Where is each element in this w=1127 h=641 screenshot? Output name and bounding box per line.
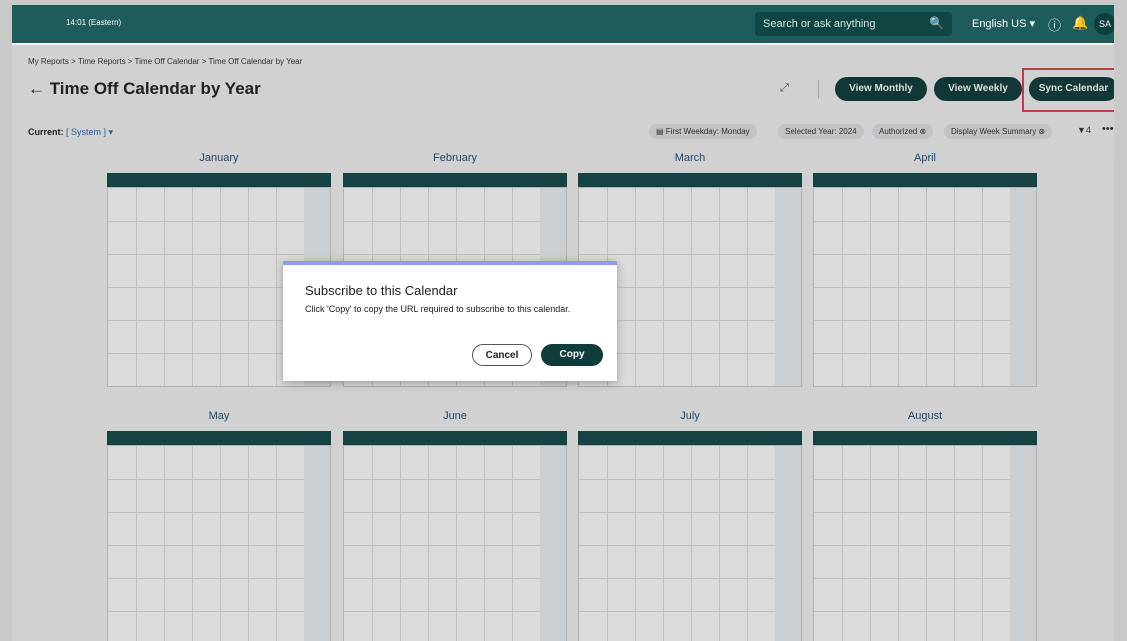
cancel-button[interactable]: Cancel	[472, 344, 532, 366]
top-bar: 14:01 (Eastern) Search or ask anything 🔍…	[12, 5, 1114, 43]
dialog-accent-bar	[283, 261, 617, 265]
search-input[interactable]: Search or ask anything	[763, 18, 876, 30]
notification-icon[interactable]: 🔔	[1072, 15, 1088, 31]
search-icon[interactable]: 🔍	[929, 16, 944, 30]
search-box[interactable]: Search or ask anything 🔍	[755, 12, 952, 36]
language-selector[interactable]: English US ▾	[972, 17, 1035, 30]
subscribe-dialog: Subscribe to this Calendar Click 'Copy' …	[283, 261, 617, 381]
app-window: 14:01 (Eastern) Search or ask anything 🔍…	[12, 5, 1114, 641]
copy-button[interactable]: Copy	[541, 344, 603, 366]
dialog-title: Subscribe to this Calendar	[305, 283, 458, 298]
dialog-message: Click 'Copy' to copy the URL required to…	[305, 304, 571, 314]
user-avatar[interactable]: SA	[1094, 13, 1114, 35]
current-time: 14:01 (Eastern)	[66, 18, 122, 27]
help-icon[interactable]: ⓘ	[1048, 15, 1061, 34]
